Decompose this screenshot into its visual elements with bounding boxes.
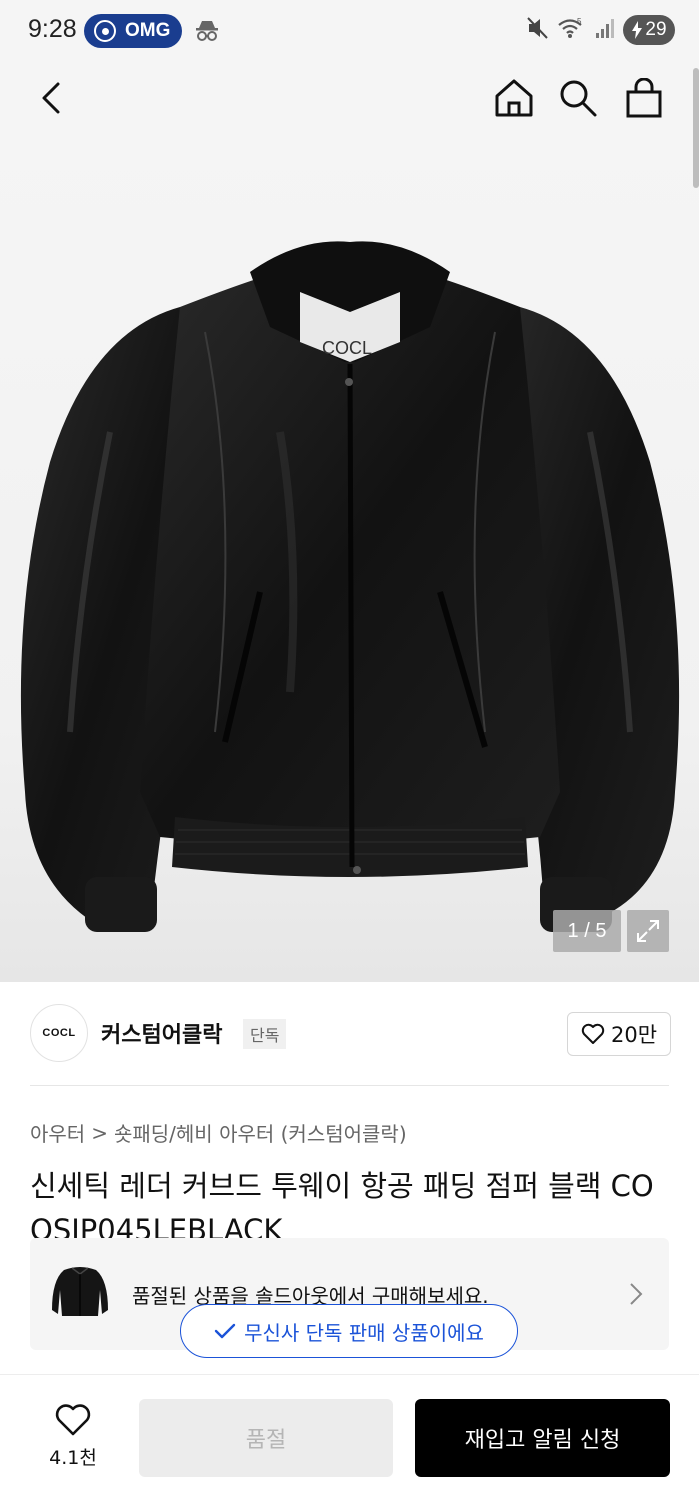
expand-icon (637, 920, 659, 942)
brand-like-count: 20만 (610, 1023, 658, 1047)
breadcrumb-subcategory[interactable]: 숏패딩/헤비 아우터 (커스텀어클락) (114, 1118, 407, 1147)
back-button[interactable] (24, 70, 80, 126)
status-time: 9:28 (28, 15, 77, 43)
wifi-5g-icon: 5 (557, 16, 587, 44)
cart-button[interactable] (616, 70, 672, 126)
breadcrumb-category[interactable]: 아우터 (30, 1118, 85, 1147)
bottom-action-bar: 4.1천 품절 재입고 알림 신청 (0, 1374, 699, 1501)
soldout-button: 품절 (139, 1399, 393, 1477)
jacket-image: COCL (20, 241, 680, 932)
recording-label: OMG (125, 20, 171, 41)
cart-icon (626, 78, 662, 118)
divider (30, 1085, 669, 1086)
battery-level: 29 (645, 19, 667, 40)
restock-alert-button[interactable]: 재입고 알림 신청 (415, 1399, 670, 1477)
breadcrumb-separator: > (91, 1120, 108, 1145)
search-button[interactable] (550, 70, 606, 126)
brand-like-button[interactable]: 20만 (567, 1012, 671, 1056)
brand-logo[interactable]: COCL (30, 1004, 88, 1062)
breadcrumb: 아우터 > 숏패딩/헤비 아우터 (커스텀어클락) (30, 1118, 407, 1147)
brand-row: COCL 커스텀어클락 단독 20만 (0, 1000, 699, 1066)
exclusive-notice-text: 무신사 단독 판매 상품이에요 (244, 1320, 484, 1345)
chevron-right-icon (630, 1283, 643, 1305)
check-icon (214, 1323, 236, 1339)
incognito-icon (194, 18, 220, 48)
record-icon (94, 20, 116, 42)
wishlist-count: 4.1천 (49, 1447, 97, 1469)
wishlist-button[interactable]: 4.1천 (40, 1403, 106, 1470)
heart-icon (581, 1023, 605, 1044)
jacket-label-text: COCL (322, 338, 372, 358)
exclusive-badge: 단독 (243, 1019, 287, 1049)
brand-logo-text: COCL (42, 1027, 76, 1039)
home-icon (495, 79, 533, 117)
product-image[interactable]: COCL (0, 132, 699, 982)
scrollbar[interactable] (693, 68, 699, 188)
soldout-product-thumbnail (52, 1267, 108, 1316)
svg-text:5: 5 (577, 17, 582, 26)
home-button[interactable] (486, 70, 542, 126)
battery-charging-icon: 29 (623, 15, 675, 45)
signal-icon (595, 17, 615, 43)
status-icons: 5 29 (527, 15, 675, 45)
product-title: 신세틱 레더 커브드 투웨이 항공 패딩 점퍼 블랙 COOSJP045LEBL… (30, 1169, 654, 1244)
page-indicator: 1 / 5 (553, 910, 621, 952)
recording-pill[interactable]: OMG (84, 14, 182, 48)
status-bar: 9:28 OMG 5 29 (0, 0, 699, 62)
heart-icon (55, 1404, 91, 1436)
top-nav (0, 62, 699, 132)
mute-icon (527, 16, 549, 44)
search-icon (560, 80, 597, 117)
exclusive-notice-pill: 무신사 단독 판매 상품이에요 (180, 1304, 518, 1358)
expand-image-button[interactable] (627, 910, 669, 952)
brand-name[interactable]: 커스텀어클락 (101, 1017, 222, 1049)
back-arrow-icon (42, 82, 60, 114)
